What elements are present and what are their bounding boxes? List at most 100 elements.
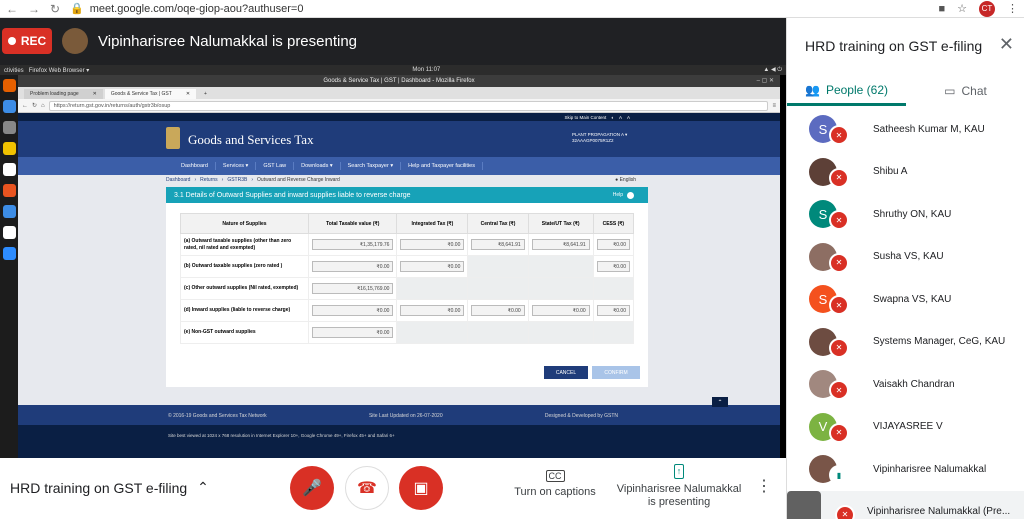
menu-icon[interactable]: ≡: [772, 103, 776, 109]
chevron-up-icon: ⌃: [197, 479, 209, 495]
mic-muted-icon: ✕: [829, 380, 849, 400]
nav-dashboard[interactable]: Dashboard: [174, 162, 216, 170]
value-input[interactable]: ₹0.00: [531, 305, 590, 316]
address-bar[interactable]: 🔒 meet.google.com/oqe-giop-aou?authuser=0: [70, 2, 938, 16]
help-icon: [2, 205, 16, 218]
forward-icon[interactable]: →: [28, 2, 40, 16]
profile-avatar[interactable]: CT: [979, 0, 995, 17]
meet-stage: REC Vipinharisree Nalumakkal is presenti…: [0, 18, 786, 475]
tab-label: Problem loading page: [30, 91, 79, 97]
participant-row[interactable]: V ✕ VIJAYASREE V: [787, 406, 1024, 449]
participant-row[interactable]: ✕ Susha VS, KAU: [787, 236, 1024, 279]
close-icon[interactable]: ✕: [999, 34, 1014, 55]
empty-cell: [467, 321, 529, 344]
mic-muted-icon: ✕: [835, 504, 855, 519]
participant-row[interactable]: S ✕ Shruthy ON, KAU: [787, 193, 1024, 236]
reload-icon[interactable]: ↻: [32, 102, 37, 109]
tab-gst[interactable]: Goods & Service Tax | GST ✕: [104, 89, 197, 99]
tab-people[interactable]: 👥 People (62): [787, 76, 906, 106]
participant-row[interactable]: S ✕ Swapna VS, KAU: [787, 278, 1024, 321]
participant-name: Vaisakh Chandran: [873, 378, 955, 390]
crumb-current: Outward and Reverse Charge Inward: [257, 177, 340, 183]
value-input[interactable]: ₹0.00: [596, 239, 630, 250]
meeting-details[interactable]: HRD training on GST e-filing ⌃: [10, 479, 209, 496]
contrast-icon[interactable]: ◐: [611, 115, 614, 120]
crumb-dashboard[interactable]: Dashboard: [166, 177, 190, 183]
participant-name: Vipinharisree Nalumakkal (Pre...: [867, 506, 1011, 518]
skip-link[interactable]: Skip to Main Content: [564, 115, 606, 120]
back-icon[interactable]: ←: [6, 2, 18, 16]
participant-name: Swapna VS, KAU: [873, 293, 952, 305]
value-input[interactable]: ₹0.00: [312, 261, 394, 272]
gst-nav: Dashboard Services ▾ GST Law Downloads ▾…: [18, 157, 780, 175]
footer-copyright: © 2016-19 Goods and Services Tax Network: [168, 413, 267, 419]
cancel-button[interactable]: CANCEL: [544, 366, 588, 379]
value-input[interactable]: ₹1,35,179.76: [312, 239, 394, 250]
participant-name: Susha VS, KAU: [873, 251, 944, 263]
leave-call-button[interactable]: ☎: [345, 466, 389, 510]
more-options-icon[interactable]: ⋮: [756, 476, 772, 496]
value-input[interactable]: ₹0.00: [596, 261, 630, 272]
presenter-avatar: [62, 28, 88, 54]
value-input[interactable]: ₹16,15,769.00: [312, 283, 394, 294]
camera-icon[interactable]: ■: [938, 3, 945, 15]
dock: [0, 75, 18, 475]
help-link[interactable]: Help: [613, 191, 634, 199]
close-icon[interactable]: ✕: [93, 91, 97, 97]
ff-url-field[interactable]: https://return.gst.gov.in/returns/auth/g…: [48, 100, 769, 111]
participant-row[interactable]: ✕ Vaisakh Chandran: [787, 363, 1024, 406]
back-icon[interactable]: ←: [22, 103, 28, 109]
tab-problem[interactable]: Problem loading page ✕: [24, 89, 103, 99]
nav-gst-law[interactable]: GST Law: [256, 162, 295, 170]
value-input[interactable]: ₹0.00: [596, 305, 630, 316]
amazon-icon: [2, 226, 16, 239]
firefox-icon: [2, 79, 16, 92]
participant-row[interactable]: ▮ Vipinharisree Nalumakkal: [787, 448, 1024, 491]
value-input[interactable]: ₹0.00: [400, 305, 465, 316]
meet-topbar: REC Vipinharisree Nalumakkal is presenti…: [0, 18, 786, 64]
captions-button[interactable]: CC Turn on captions: [510, 470, 600, 498]
panel-title: HRD training on GST e-filing: [805, 38, 983, 54]
confirm-button[interactable]: CONFIRM: [592, 366, 640, 379]
gst-user[interactable]: PLANT PROPAGATION A ▾ 32AAAGP0075R1Z2: [572, 132, 627, 144]
nav-search-taxpayer[interactable]: Search Taxpayer ▾: [341, 162, 402, 170]
window-controls-icon[interactable]: ‒ ▢ ✕: [757, 77, 774, 84]
value-input[interactable]: ₹8,641.91: [471, 239, 525, 250]
value-input[interactable]: ₹8,641.91: [531, 239, 590, 250]
menu-icon[interactable]: ⋮: [1007, 2, 1018, 15]
reload-icon[interactable]: ↻: [50, 2, 60, 16]
value-input[interactable]: ₹0.00: [400, 239, 465, 250]
gst-title: Goods and Services Tax: [188, 132, 314, 147]
footer-updated: Site Last Updated on 26-07-2020: [368, 413, 443, 419]
crumb-returns[interactable]: Returns: [200, 177, 218, 183]
nav-services[interactable]: Services ▾: [216, 162, 257, 170]
nav-help[interactable]: Help and Taxpayer facilities: [401, 162, 483, 170]
home-icon[interactable]: ⌂: [41, 103, 45, 109]
value-input[interactable]: ₹0.00: [471, 305, 525, 316]
value-input[interactable]: ₹0.00: [312, 327, 394, 338]
crumb-gstr3b[interactable]: GSTR3B: [227, 177, 247, 183]
presenting-button[interactable]: ↑ Vipinharisree Nalumakkal is presenting: [614, 464, 744, 509]
tab-chat[interactable]: ▭ Chat: [906, 76, 1024, 106]
url-text: meet.google.com/oqe-giop-aou?authuser=0: [89, 2, 304, 15]
close-icon[interactable]: ✕: [186, 91, 190, 97]
new-tab-icon[interactable]: +: [198, 89, 213, 99]
mic-toggle-button[interactable]: 🎤: [290, 466, 334, 510]
participant-row[interactable]: ✕ Shibu A: [787, 151, 1024, 194]
nav-downloads[interactable]: Downloads ▾: [294, 162, 341, 170]
scroll-top-icon[interactable]: ⌃: [712, 397, 728, 407]
value-input[interactable]: ₹0.00: [312, 305, 394, 316]
value-input[interactable]: ₹0.00: [400, 261, 465, 272]
star-icon[interactable]: ☆: [957, 2, 967, 15]
font-size-a2[interactable]: A: [627, 115, 630, 120]
language-select[interactable]: ● English: [615, 177, 636, 183]
participant-name: Shruthy ON, KAU: [873, 208, 952, 220]
camera-toggle-button[interactable]: ▣: [399, 466, 443, 510]
participant-row[interactable]: S ✕ Satheesh Kumar M, KAU: [787, 108, 1024, 151]
table-row: (e) Non-GST outward supplies ₹0.00: [180, 321, 635, 344]
participant-row[interactable]: ✕ Vipinharisree Nalumakkal (Pre...: [787, 490, 1024, 519]
footer-developer: Designed & Developed by GSTN: [544, 413, 618, 419]
font-size-a1[interactable]: A: [619, 115, 622, 120]
participant-row[interactable]: ✕ Systems Manager, CeG, KAU: [787, 321, 1024, 364]
present-icon: ↑: [673, 464, 685, 479]
